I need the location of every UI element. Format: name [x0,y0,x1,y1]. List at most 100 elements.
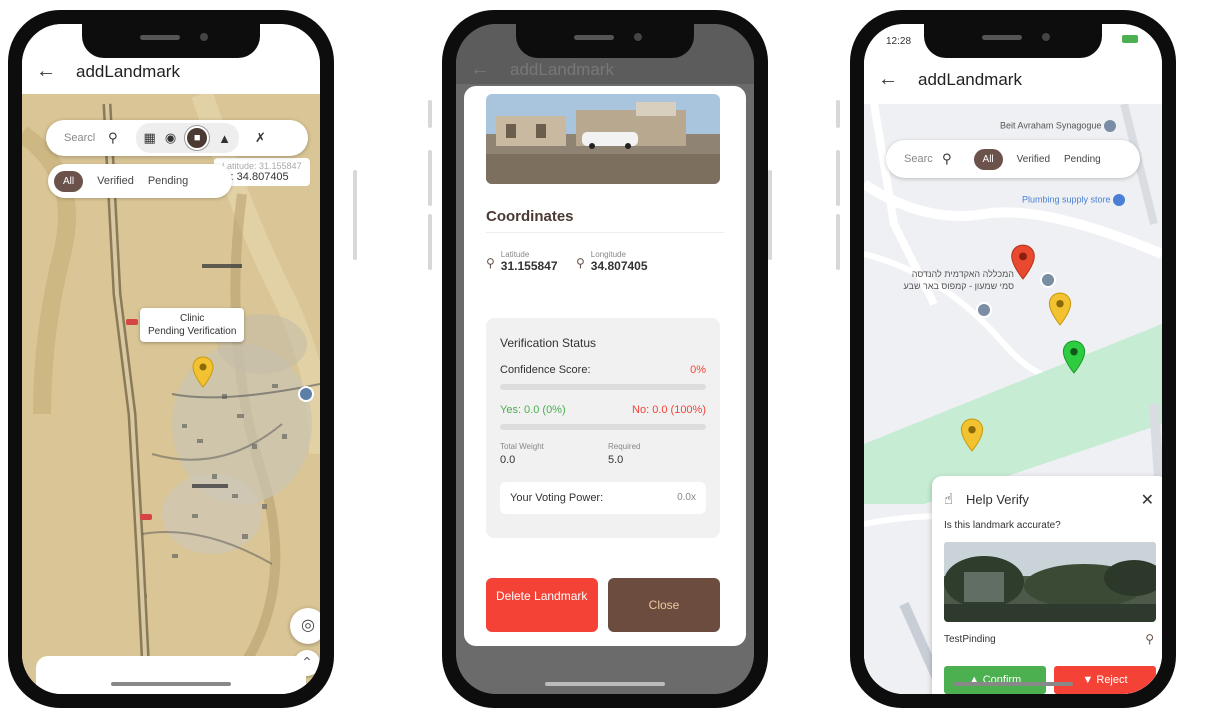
my-location-button[interactable]: ◎ [290,608,320,644]
back-arrow-icon[interactable]: ← [36,60,56,83]
page-title: addLandmark [76,62,180,81]
confidence-row: Confidence Score: 0% [500,364,706,376]
pending-marker-pin-icon[interactable] [960,418,984,452]
battery-icon [1122,35,1138,43]
marker-tooltip: Clinic Pending Verification [140,308,245,342]
bus-stop-icon[interactable] [976,302,992,318]
filter-chip-verified[interactable]: Verified [1017,154,1050,165]
required-label: Required [608,442,641,451]
landmark-photo [944,542,1156,622]
globe-layer-icon[interactable]: ◉ [165,130,176,146]
map-layer-selector: ▦ ◉ ■ ▲ [135,123,240,153]
filter-chip-all[interactable]: All [54,170,84,192]
filter-chip-pending[interactable]: Pending [148,175,188,187]
college-name-line1: המכללה האקדמית להנדסה [911,269,1014,279]
college-name-line2: סמי שמעון - קמפוס באר שבע [903,281,1015,291]
reject-label: Reject [1096,674,1128,686]
status-filter-chips: All Verified Pending [48,164,232,198]
pending-marker-pin-icon[interactable] [1048,292,1072,326]
location-off-icon[interactable]: ✗ [255,130,266,146]
poi-icon[interactable] [298,386,314,402]
terrain-layer-icon[interactable]: ▲ [218,131,231,146]
search-icon[interactable]: ⚲ [942,151,952,167]
voting-power-label: Your Voting Power: [510,492,604,504]
close-icon[interactable]: ✕ [1141,490,1154,510]
home-indicator [545,682,665,686]
coordinates-heading: Coordinates [486,208,574,225]
filter-chip-pending[interactable]: Pending [1064,154,1101,165]
total-weight-value: 0.0 [500,454,516,466]
volume-down-button [836,214,840,270]
tooltip-subtitle: Pending Verification [148,326,237,337]
home-indicator [953,682,1073,686]
synagogue-label: Beit Avraham Synagogue [1000,120,1116,132]
volume-down-button [428,214,432,270]
longitude-readout: le: 34.807405 [222,171,289,183]
total-weight-label: Total Weight [500,442,544,451]
filter-chip-all[interactable]: All [973,148,1003,170]
verified-marker-pin-icon[interactable] [1062,340,1086,374]
notch [516,24,694,58]
longitude-value: 34.807405 [590,259,648,273]
tooltip-title: Clinic [179,313,205,324]
thumbs-down-icon: ▼ [1082,674,1094,686]
map-search-bar: Searc ⚲ All Verified Pending [886,140,1140,178]
reject-button[interactable]: ▼ Reject [1054,666,1156,694]
search-input[interactable]: Searc [904,153,936,165]
landmark-name: TestPinding [944,634,996,645]
confirm-button[interactable]: ▲ Confirm [944,666,1046,694]
crosshair-icon: ◎ [301,617,315,634]
voting-power-value: 0.0x [677,492,696,503]
synagogue-name: Beit Avraham Synagogue [1000,120,1102,131]
map-layer-icon[interactable]: ▦ [144,130,156,146]
page-title: addLandmark [510,60,614,79]
votes-progress-bar [500,424,706,430]
map-screen: ← addLandmark Searcl ⚲ ▦ ◉ ■ ▲ ✗ Latitud… [22,24,320,694]
landmark-details-dialog: Coordinates ⚲ Latitude 31.155847 ⚲ Longi… [464,86,746,646]
notch [924,24,1102,58]
required-value: 5.0 [608,454,624,466]
search-input[interactable]: Searcl [64,132,100,144]
map-search-bar: Searcl ⚲ ▦ ◉ ■ ▲ ✗ [46,120,308,156]
latitude-value: 31.155847 [500,259,558,273]
location-pin-icon: ⚲ [576,256,585,270]
bus-stop-icon[interactable] [1040,272,1056,288]
filter-chip-verified[interactable]: Verified [97,175,134,187]
status-time: 12:28 [886,36,912,47]
close-button[interactable]: Close [608,578,720,632]
plumbing-store-label: Plumbing supply store [1022,194,1126,206]
landmark-photo-image [486,94,720,184]
bottom-sheet[interactable] [36,656,306,694]
mute-switch [836,100,840,128]
longitude-cell: ⚲ Longitude 34.807405 [576,250,648,273]
verification-heading: Verification Status [500,336,597,350]
pending-marker-pin-icon[interactable] [192,356,214,388]
latitude-readout: Latitude: 31.155847 [222,161,302,171]
phone-frame-details: ← addLandmark Coordinates ⚲ Latitude 31.… [428,10,772,708]
mute-switch [428,100,432,128]
latitude-label: Latitude [500,250,530,259]
delete-landmark-button[interactable]: Delete Landmark [486,578,598,632]
home-indicator [111,682,231,686]
back-arrow-icon[interactable]: ← [878,68,898,91]
help-verify-question: Is this landmark accurate? [944,520,1061,531]
voting-power-box: Your Voting Power: 0.0x [500,482,706,514]
satellite-layer-icon[interactable]: ■ [185,126,210,150]
location-pin-icon: ⚲ [486,256,495,270]
volume-up-button [428,150,432,206]
phone-frame-map: ← addLandmark Searcl ⚲ ▦ ◉ ■ ▲ ✗ Latitud… [8,10,357,708]
synagogue-icon[interactable] [1103,120,1116,132]
verification-status-panel: Verification Status Confidence Score: 0%… [486,318,720,538]
help-verify-icon: ☝ [944,491,954,508]
search-icon[interactable]: ⚲ [108,130,118,146]
votes-row: Yes: 0.0 (0%) No: 0.0 (100%) [500,404,706,416]
divider [486,232,724,233]
phone-frame-verify: 12:28 ← addLandmark Beit Avraham Synagog… [836,10,1176,708]
power-button [353,170,357,260]
confidence-label: Confidence Score: [500,364,591,376]
back-arrow-icon: ← [470,58,490,80]
notch [82,24,260,58]
store-icon[interactable] [1113,194,1126,206]
help-verify-title: Help Verify [966,492,1029,507]
rejected-marker-pin-icon[interactable] [1010,244,1036,280]
